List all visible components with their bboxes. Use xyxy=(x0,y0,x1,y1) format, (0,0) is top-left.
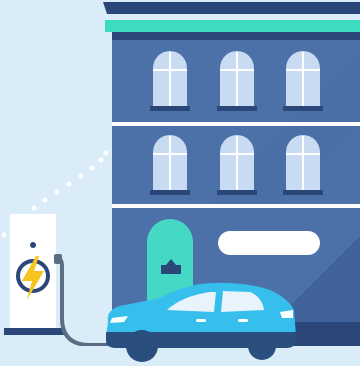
car-front-wheel xyxy=(126,330,158,362)
illustration-scene xyxy=(0,0,360,366)
floor-divider-2 xyxy=(112,204,360,208)
window xyxy=(150,51,190,111)
windows-row-1 xyxy=(150,51,323,111)
ev-charging-illustration xyxy=(0,0,360,366)
car-door-handle xyxy=(196,319,206,322)
car-door-handle xyxy=(238,319,248,322)
car-rear-wheel xyxy=(248,332,276,360)
charging-station xyxy=(4,214,64,335)
ground xyxy=(0,346,360,366)
cable-plug xyxy=(54,254,62,264)
window xyxy=(150,135,190,195)
charger-base xyxy=(4,328,64,335)
window xyxy=(217,51,257,111)
window xyxy=(217,135,257,195)
roof-underside xyxy=(112,32,360,40)
window xyxy=(283,135,323,195)
windows-row-2 xyxy=(150,135,323,195)
floor-divider-1 xyxy=(112,122,360,126)
roof-top xyxy=(103,2,360,14)
roof-accent-band xyxy=(105,20,360,32)
window xyxy=(283,51,323,111)
building-sign xyxy=(218,231,320,255)
charger-indicator-light xyxy=(30,242,36,248)
